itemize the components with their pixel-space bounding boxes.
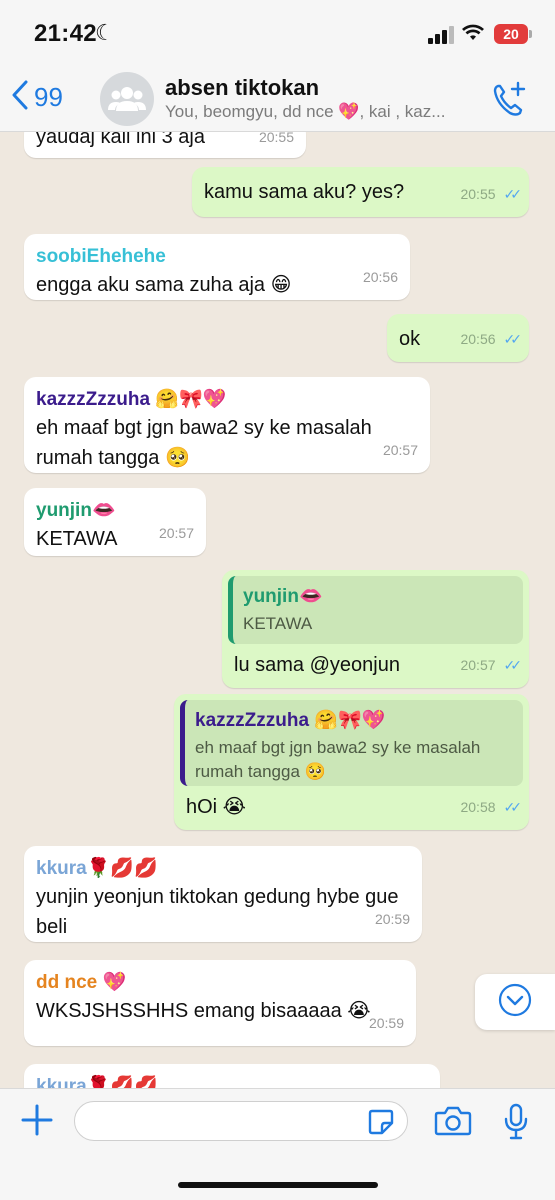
quoted-sender: yunjin👄 bbox=[243, 586, 323, 607]
chevron-left-icon bbox=[12, 80, 28, 115]
message-incoming[interactable]: kkura🌹💋💋 bbox=[24, 1064, 440, 1088]
chat-header: 99 absen tiktokan You, beomgyu, dd nce 💖… bbox=[0, 66, 555, 132]
signal-icon bbox=[428, 26, 456, 44]
message-text: engga aku sama zuha aja 😁 bbox=[36, 274, 292, 296]
add-call-icon[interactable] bbox=[490, 80, 530, 125]
sender-name[interactable]: kazzzZzzuha 🤗🎀💖 bbox=[36, 387, 418, 413]
scroll-to-bottom-button[interactable] bbox=[475, 974, 555, 1030]
message-incoming[interactable]: yaudaj kali ini 3 aja 20:55 bbox=[24, 132, 306, 158]
read-ticks-icon: ✓✓ bbox=[503, 799, 523, 815]
message-time: 20:55 bbox=[460, 186, 496, 202]
quoted-sender: kazzzZzzuha 🤗🎀💖 bbox=[195, 710, 386, 731]
message-text: WKSJSHSSHHS emang bisaaaaa 😭 bbox=[36, 1000, 371, 1022]
chevron-down-icon bbox=[498, 983, 532, 1022]
message-time: 20:59 bbox=[368, 1015, 404, 1031]
microphone-icon[interactable] bbox=[503, 1103, 529, 1146]
message-outgoing[interactable]: ok 20:56 ✓✓ bbox=[387, 314, 529, 362]
message-input[interactable] bbox=[74, 1101, 408, 1141]
message-outgoing-reply[interactable]: yunjin👄 KETAWA lu sama @yeonjun 20:57 ✓✓ bbox=[222, 570, 529, 688]
message-incoming[interactable]: dd nce 💖 WKSJSHSSHHS emang bisaaaaa 😭 20… bbox=[24, 960, 416, 1046]
wifi-icon bbox=[461, 22, 485, 47]
message-text: yaudaj kali ini 3 aja bbox=[36, 132, 205, 148]
plus-icon[interactable] bbox=[20, 1103, 54, 1142]
chat-messages[interactable]: yaudaj kali ini 3 aja 20:55 kamu sama ak… bbox=[0, 132, 555, 1088]
message-text: yunjin yeonjun tiktokan gedung hybe gue … bbox=[36, 886, 399, 938]
message-time: 20:57 bbox=[460, 657, 496, 673]
home-indicator bbox=[178, 1182, 378, 1188]
battery-icon: 20 bbox=[494, 24, 532, 44]
message-incoming[interactable]: soobiEhehehe engga aku sama zuha aja 😁 2… bbox=[24, 234, 410, 300]
group-avatar-icon[interactable] bbox=[100, 72, 154, 126]
sender-name[interactable]: kkura🌹💋💋 bbox=[36, 1074, 428, 1088]
status-bar: 21:42 ☾ 20 bbox=[0, 0, 555, 66]
status-time: 21:42 bbox=[34, 20, 97, 47]
message-time: 20:59 bbox=[374, 911, 410, 927]
chat-members[interactable]: You, beomgyu, dd nce 💖, kai , kaz... bbox=[165, 102, 475, 122]
camera-icon[interactable] bbox=[434, 1105, 472, 1142]
read-ticks-icon: ✓✓ bbox=[503, 186, 523, 202]
message-time: 20:55 bbox=[258, 132, 294, 145]
message-time: 20:56 bbox=[460, 331, 496, 347]
message-incoming[interactable]: yunjin👄 KETAWA 20:57 bbox=[24, 488, 206, 556]
chat-title[interactable]: absen tiktokan bbox=[165, 75, 319, 101]
message-incoming[interactable]: kkura🌹💋💋 yunjin yeonjun tiktokan gedung … bbox=[24, 846, 422, 942]
unread-count: 99 bbox=[34, 82, 63, 112]
message-outgoing[interactable]: kamu sama aku? yes? 20:55 ✓✓ bbox=[192, 167, 529, 217]
read-ticks-icon: ✓✓ bbox=[503, 657, 523, 673]
read-ticks-icon: ✓✓ bbox=[503, 331, 523, 347]
sender-name[interactable]: soobiEhehehe bbox=[36, 244, 398, 270]
message-text: eh maaf bgt jgn bawa2 sy ke masalah ruma… bbox=[36, 417, 372, 469]
message-incoming[interactable]: kazzzZzzuha 🤗🎀💖 eh maaf bgt jgn bawa2 sy… bbox=[24, 377, 430, 473]
quoted-message[interactable]: yunjin👄 KETAWA bbox=[228, 576, 523, 644]
back-button[interactable]: 99 bbox=[12, 80, 63, 115]
sender-name[interactable]: kkura🌹💋💋 bbox=[36, 856, 410, 882]
message-time: 20:58 bbox=[460, 799, 496, 815]
message-outgoing-reply[interactable]: kazzzZzzuha 🤗🎀💖 eh maaf bgt jgn bawa2 sy… bbox=[174, 694, 529, 830]
message-time: 20:56 bbox=[362, 269, 398, 285]
message-time: 20:57 bbox=[382, 442, 418, 458]
quoted-text: KETAWA bbox=[243, 614, 313, 633]
quoted-text: eh maaf bgt jgn bawa2 sy ke masalah ruma… bbox=[195, 738, 481, 781]
sticker-icon[interactable] bbox=[368, 1109, 394, 1140]
moon-icon: ☾ bbox=[95, 20, 115, 45]
quoted-message[interactable]: kazzzZzzuha 🤗🎀💖 eh maaf bgt jgn bawa2 sy… bbox=[180, 700, 523, 786]
sender-name[interactable]: dd nce 💖 bbox=[36, 970, 404, 996]
message-time: 20:57 bbox=[158, 525, 194, 541]
